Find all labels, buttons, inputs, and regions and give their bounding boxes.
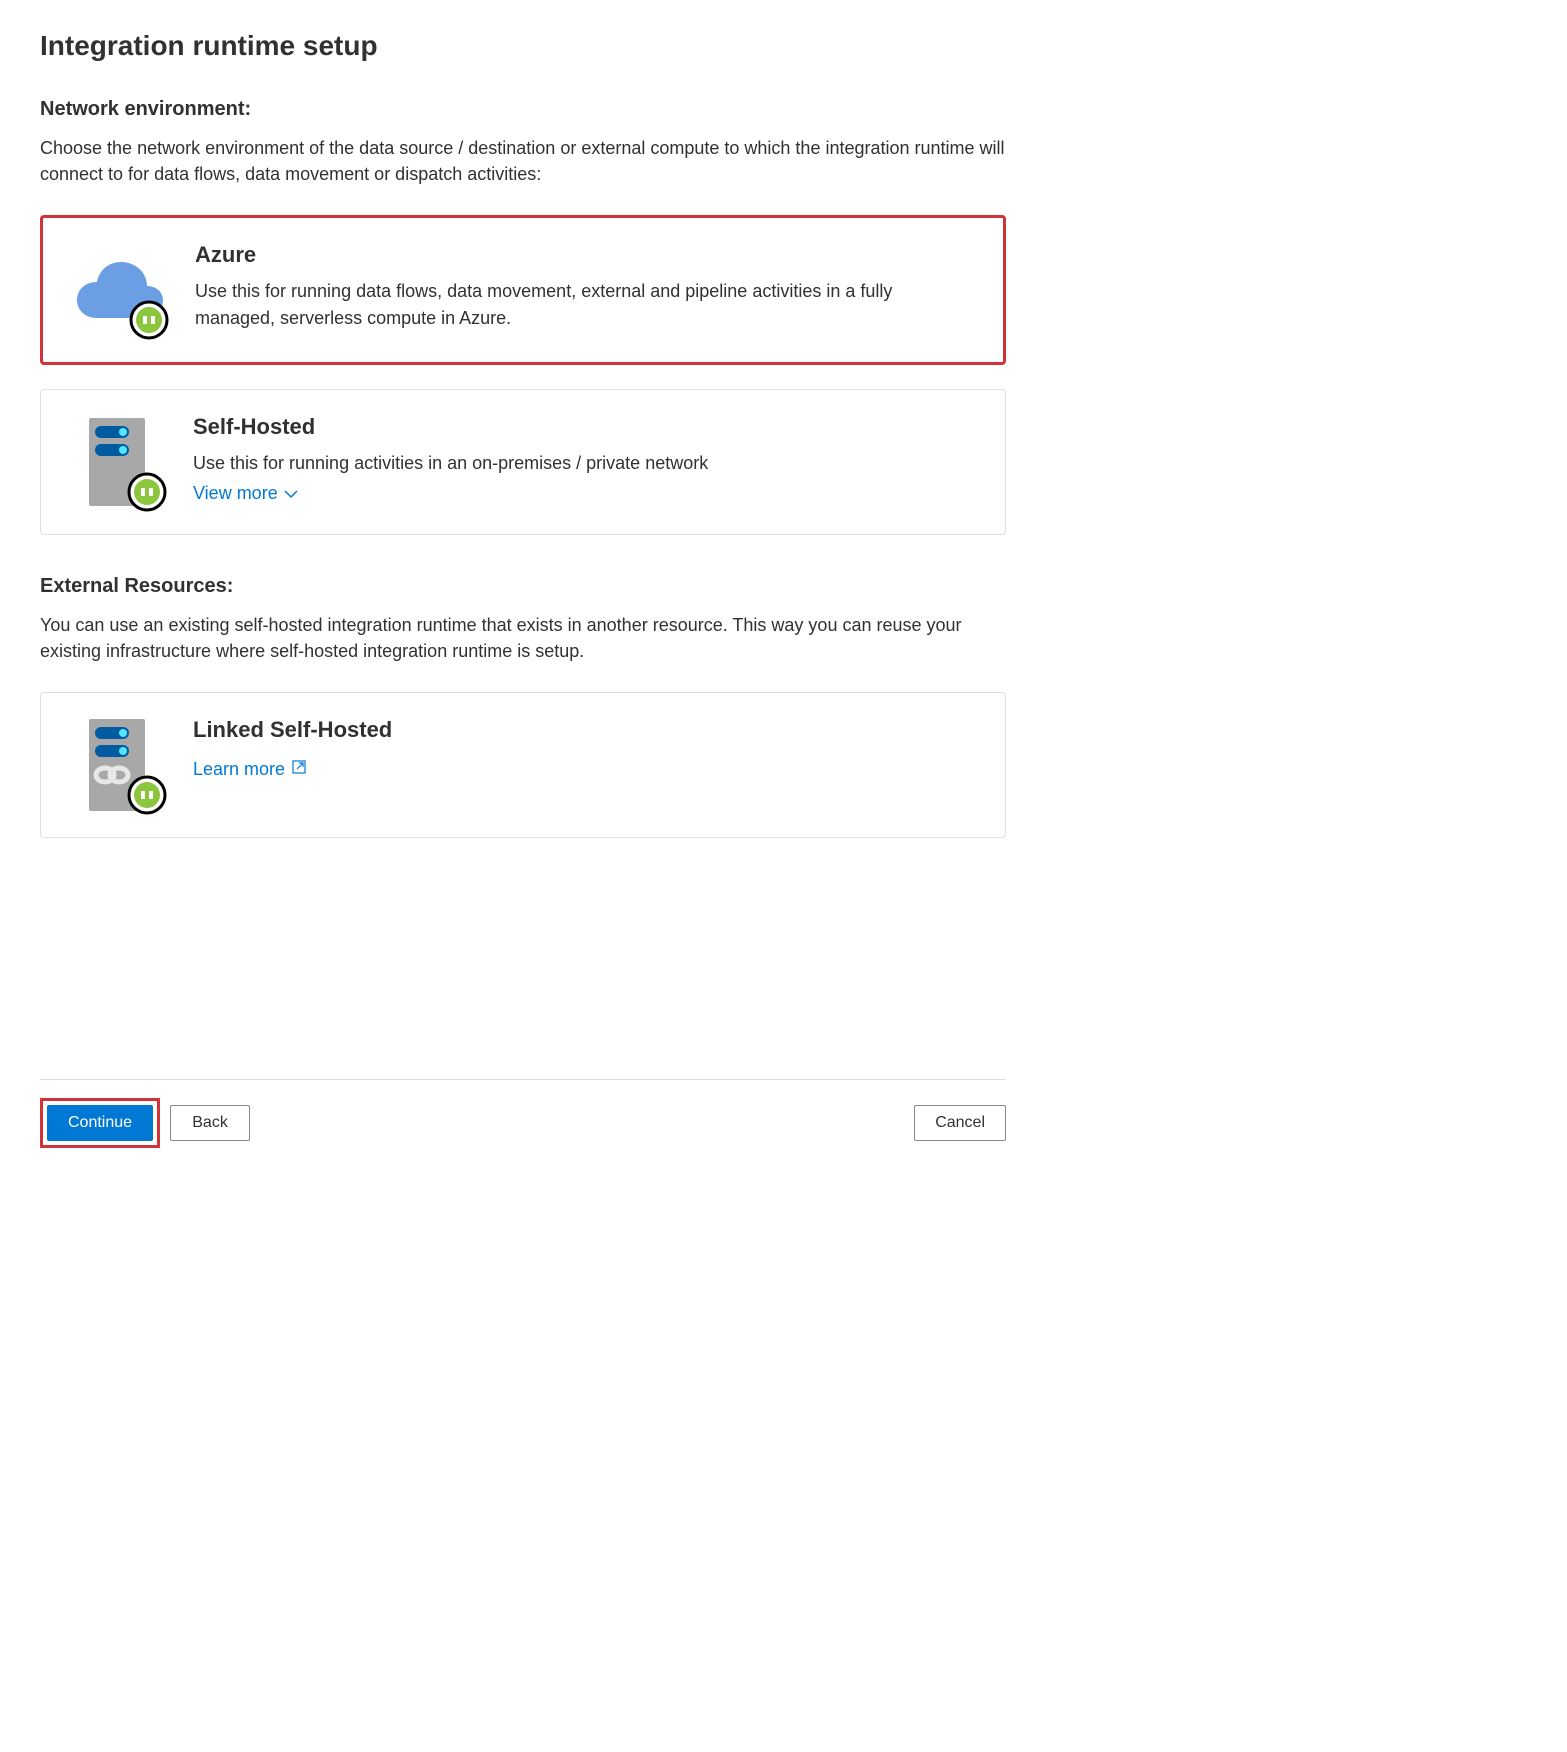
option-self-hosted-title: Self-Hosted bbox=[193, 414, 977, 440]
option-linked-self-hosted-title: Linked Self-Hosted bbox=[193, 717, 977, 743]
external-resources-description: You can use an existing self-hosted inte… bbox=[40, 612, 1006, 664]
option-azure-description: Use this for running data flows, data mo… bbox=[195, 278, 975, 332]
cancel-button[interactable]: Cancel bbox=[914, 1105, 1006, 1141]
external-resources-heading: External Resources: bbox=[40, 575, 1006, 598]
learn-more-label: Learn more bbox=[193, 759, 285, 780]
footer: Continue Back Cancel bbox=[40, 1079, 1006, 1148]
linked-server-icon bbox=[69, 717, 165, 813]
option-self-hosted-description: Use this for running activities in an on… bbox=[193, 450, 977, 477]
page-title: Integration runtime setup bbox=[40, 30, 1006, 62]
server-icon bbox=[69, 414, 165, 510]
option-self-hosted[interactable]: Self-Hosted Use this for running activit… bbox=[40, 389, 1006, 535]
external-link-icon bbox=[291, 759, 307, 780]
learn-more-link[interactable]: Learn more bbox=[193, 759, 307, 780]
continue-button[interactable]: Continue bbox=[47, 1105, 153, 1141]
option-azure[interactable]: Azure Use this for running data flows, d… bbox=[40, 215, 1006, 365]
back-button[interactable]: Back bbox=[170, 1105, 250, 1141]
chevron-down-icon bbox=[284, 483, 298, 504]
network-environment-description: Choose the network environment of the da… bbox=[40, 135, 1006, 187]
view-more-label: View more bbox=[193, 483, 278, 504]
option-azure-title: Azure bbox=[195, 242, 975, 268]
option-linked-self-hosted[interactable]: Linked Self-Hosted Learn more bbox=[40, 692, 1006, 838]
view-more-link[interactable]: View more bbox=[193, 483, 298, 504]
network-environment-heading: Network environment: bbox=[40, 98, 1006, 121]
cloud-icon bbox=[71, 242, 167, 338]
